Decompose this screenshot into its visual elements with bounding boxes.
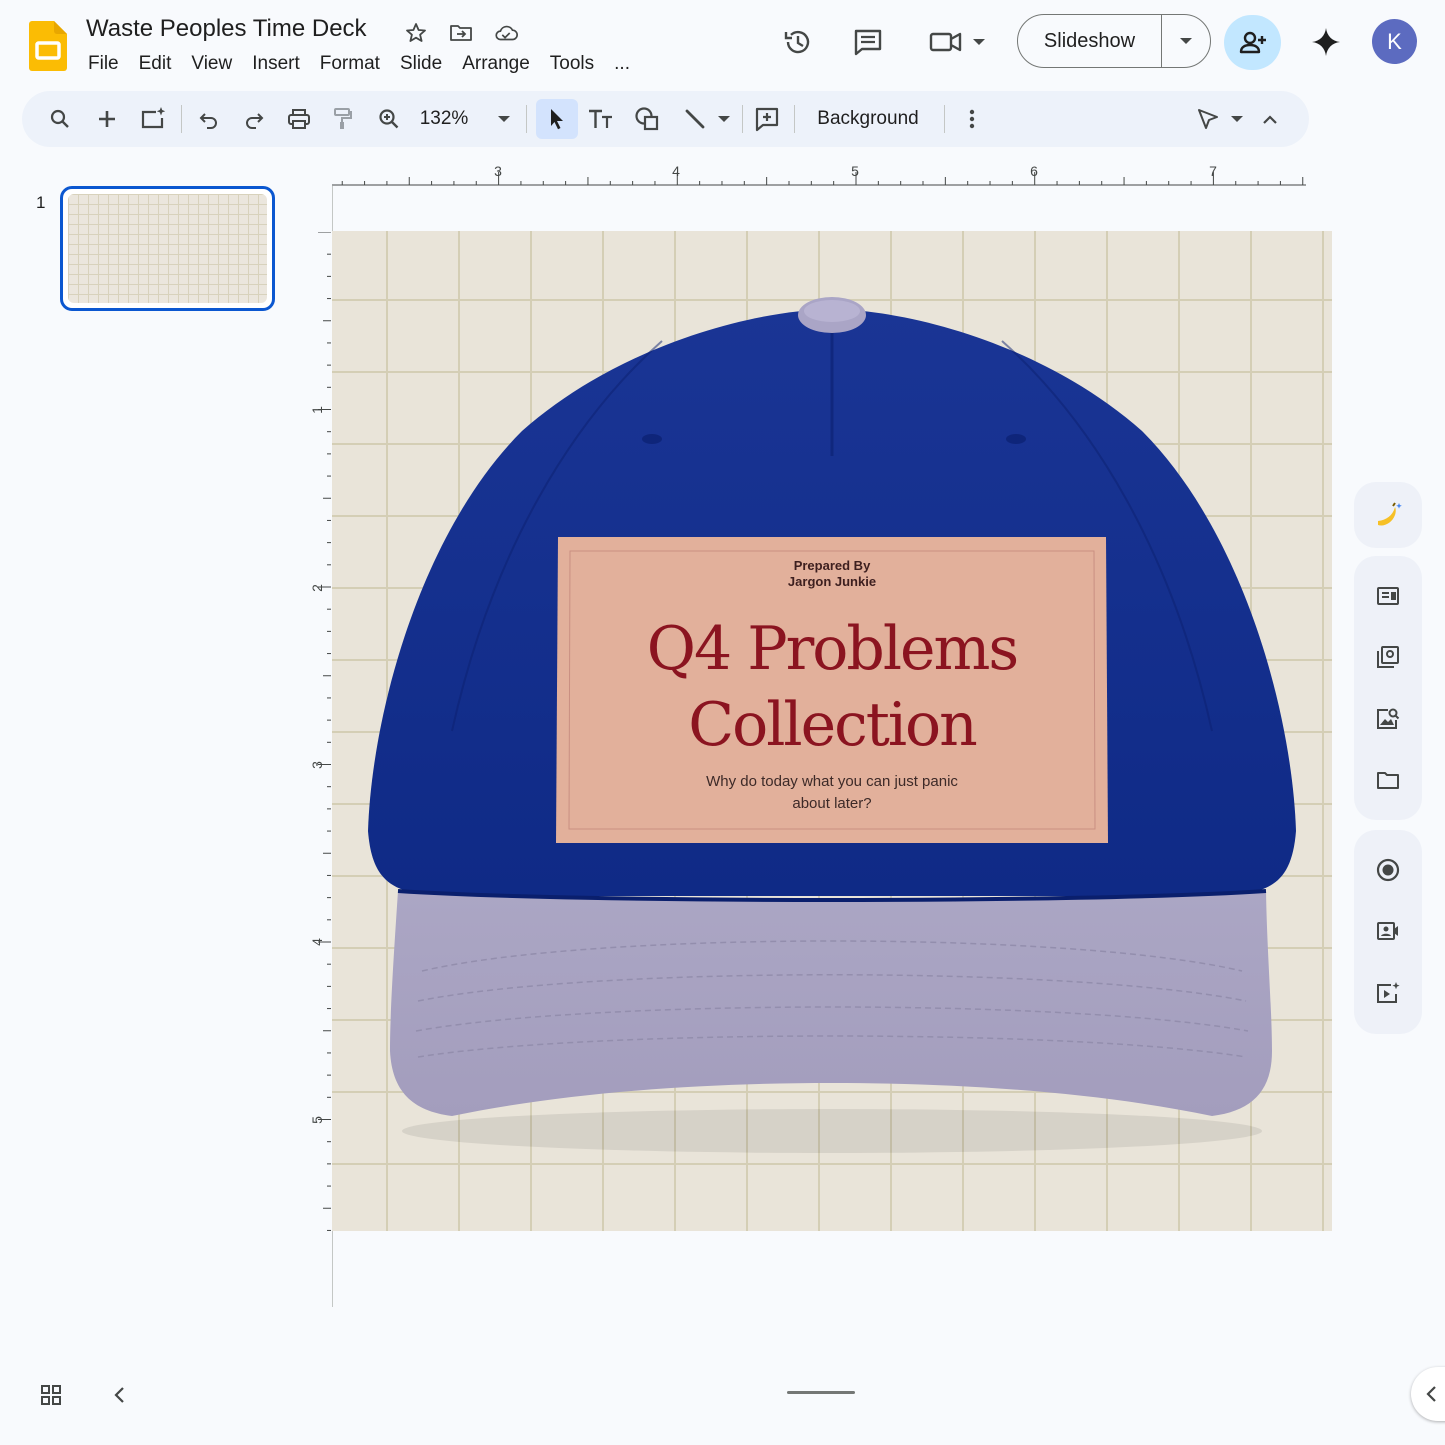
video-generate-icon[interactable] bbox=[1365, 970, 1411, 1016]
zoom-value[interactable]: 132% bbox=[414, 91, 474, 147]
toolbar: 132% Background bbox=[22, 91, 1309, 147]
redo-icon[interactable] bbox=[232, 91, 276, 147]
ruler-label: 3 bbox=[309, 761, 325, 769]
menu-tools[interactable]: Tools bbox=[540, 51, 604, 77]
meet-call-icon[interactable] bbox=[924, 20, 990, 64]
ruler-label: 5 bbox=[309, 1116, 325, 1124]
print-icon[interactable] bbox=[277, 91, 321, 147]
move-to-folder-icon[interactable] bbox=[448, 20, 474, 46]
grid-view-icon[interactable] bbox=[38, 1382, 64, 1408]
text-box-icon[interactable] bbox=[579, 91, 623, 147]
slides-logo-icon[interactable] bbox=[29, 21, 67, 71]
ruler-label: 7 bbox=[1209, 163, 1217, 179]
folder-icon[interactable] bbox=[1365, 757, 1411, 803]
shape-icon[interactable] bbox=[625, 91, 671, 147]
slide-subtitle[interactable]: Why do today what you can just panic abo… bbox=[696, 771, 968, 815]
ruler-label: 2 bbox=[309, 584, 325, 592]
expand-side-panel-chevron-left-icon[interactable] bbox=[1411, 1367, 1445, 1421]
layout-panel-icon[interactable] bbox=[1365, 573, 1411, 619]
ruler-label: 6 bbox=[1030, 163, 1038, 179]
background-button[interactable]: Background bbox=[804, 91, 932, 147]
record-icon[interactable] bbox=[1365, 847, 1411, 893]
ruler-label: 4 bbox=[672, 163, 680, 179]
version-history-icon[interactable] bbox=[776, 20, 820, 64]
banana-gemini-icon[interactable] bbox=[1365, 492, 1411, 538]
gemini-sparkle-icon[interactable] bbox=[1304, 20, 1348, 64]
new-slide-plus-icon[interactable] bbox=[85, 91, 129, 147]
slide-thumbnail[interactable] bbox=[60, 186, 275, 311]
menu-more[interactable]: ... bbox=[604, 51, 640, 77]
line-dropdown-icon[interactable] bbox=[712, 91, 736, 147]
ruler-label: 5 bbox=[851, 163, 859, 179]
menu-format[interactable]: Format bbox=[310, 51, 390, 77]
zoom-value-text: 132% bbox=[419, 108, 469, 129]
hat-label-text: Prepared By Jargon Junkie Q4 Problems Co… bbox=[556, 531, 1108, 843]
pointer-mode-dropdown-icon[interactable] bbox=[1225, 91, 1249, 147]
menu-slide[interactable]: Slide bbox=[390, 51, 452, 77]
speaker-notes-drag-handle[interactable] bbox=[787, 1391, 855, 1394]
undo-icon[interactable] bbox=[187, 91, 231, 147]
slide-canvas[interactable]: Prepared By Jargon Junkie Q4 Problems Co… bbox=[332, 231, 1332, 1231]
vertical-ruler[interactable]: 1 2 3 4 5 bbox=[306, 232, 332, 1232]
document-title[interactable]: Waste Peoples Time Deck bbox=[86, 15, 367, 43]
pointer-mode-icon[interactable] bbox=[1186, 91, 1230, 147]
menu-file[interactable]: File bbox=[78, 51, 129, 77]
camera-presenter-icon[interactable] bbox=[1365, 908, 1411, 954]
search-menus-icon[interactable] bbox=[38, 91, 82, 147]
account-avatar[interactable]: K bbox=[1372, 19, 1417, 64]
collapse-filmstrip-chevron-left-icon[interactable] bbox=[108, 1382, 130, 1408]
zoom-dropdown-icon[interactable] bbox=[492, 91, 516, 147]
menu-bar: File Edit View Insert Format Slide Arran… bbox=[78, 51, 640, 77]
ruler-label: 3 bbox=[494, 163, 502, 179]
menu-insert[interactable]: Insert bbox=[242, 51, 310, 77]
ruler-label: 1 bbox=[309, 406, 325, 414]
line-icon[interactable] bbox=[673, 91, 717, 147]
star-icon[interactable] bbox=[403, 20, 429, 46]
comments-icon[interactable] bbox=[846, 20, 890, 64]
paint-format-icon[interactable] bbox=[321, 91, 365, 147]
slideshow-button[interactable]: Slideshow bbox=[1018, 15, 1162, 67]
prepared-by-text[interactable]: Prepared By Jargon Junkie bbox=[556, 558, 1108, 590]
ruler-label: 4 bbox=[309, 938, 325, 946]
slideshow-dropdown-icon[interactable] bbox=[1162, 15, 1210, 67]
image-search-icon[interactable] bbox=[1365, 696, 1411, 742]
cloud-saved-icon[interactable] bbox=[493, 20, 519, 46]
zoom-icon[interactable] bbox=[367, 91, 411, 147]
background-label: Background bbox=[817, 108, 919, 129]
horizontal-ruler[interactable]: 3 4 5 6 7 bbox=[332, 160, 1306, 186]
share-button[interactable] bbox=[1224, 15, 1281, 70]
collapse-toolbar-chevron-up-icon[interactable] bbox=[1254, 91, 1286, 147]
menu-edit[interactable]: Edit bbox=[129, 51, 182, 77]
more-options-icon[interactable] bbox=[952, 91, 992, 147]
slide-thumbnail-number: 1 bbox=[36, 193, 46, 212]
slide-library-icon[interactable] bbox=[1365, 634, 1411, 680]
slideshow-button-group: Slideshow bbox=[1017, 14, 1211, 68]
select-tool-icon[interactable] bbox=[536, 99, 578, 139]
slide-title[interactable]: Q4 Problems Collection bbox=[556, 611, 1108, 763]
insert-comment-icon[interactable] bbox=[745, 91, 789, 147]
menu-arrange[interactable]: Arrange bbox=[452, 51, 540, 77]
slide-thumbnail-preview bbox=[68, 194, 267, 303]
menu-view[interactable]: View bbox=[181, 51, 242, 77]
new-slide-with-layout-icon[interactable] bbox=[130, 91, 176, 147]
